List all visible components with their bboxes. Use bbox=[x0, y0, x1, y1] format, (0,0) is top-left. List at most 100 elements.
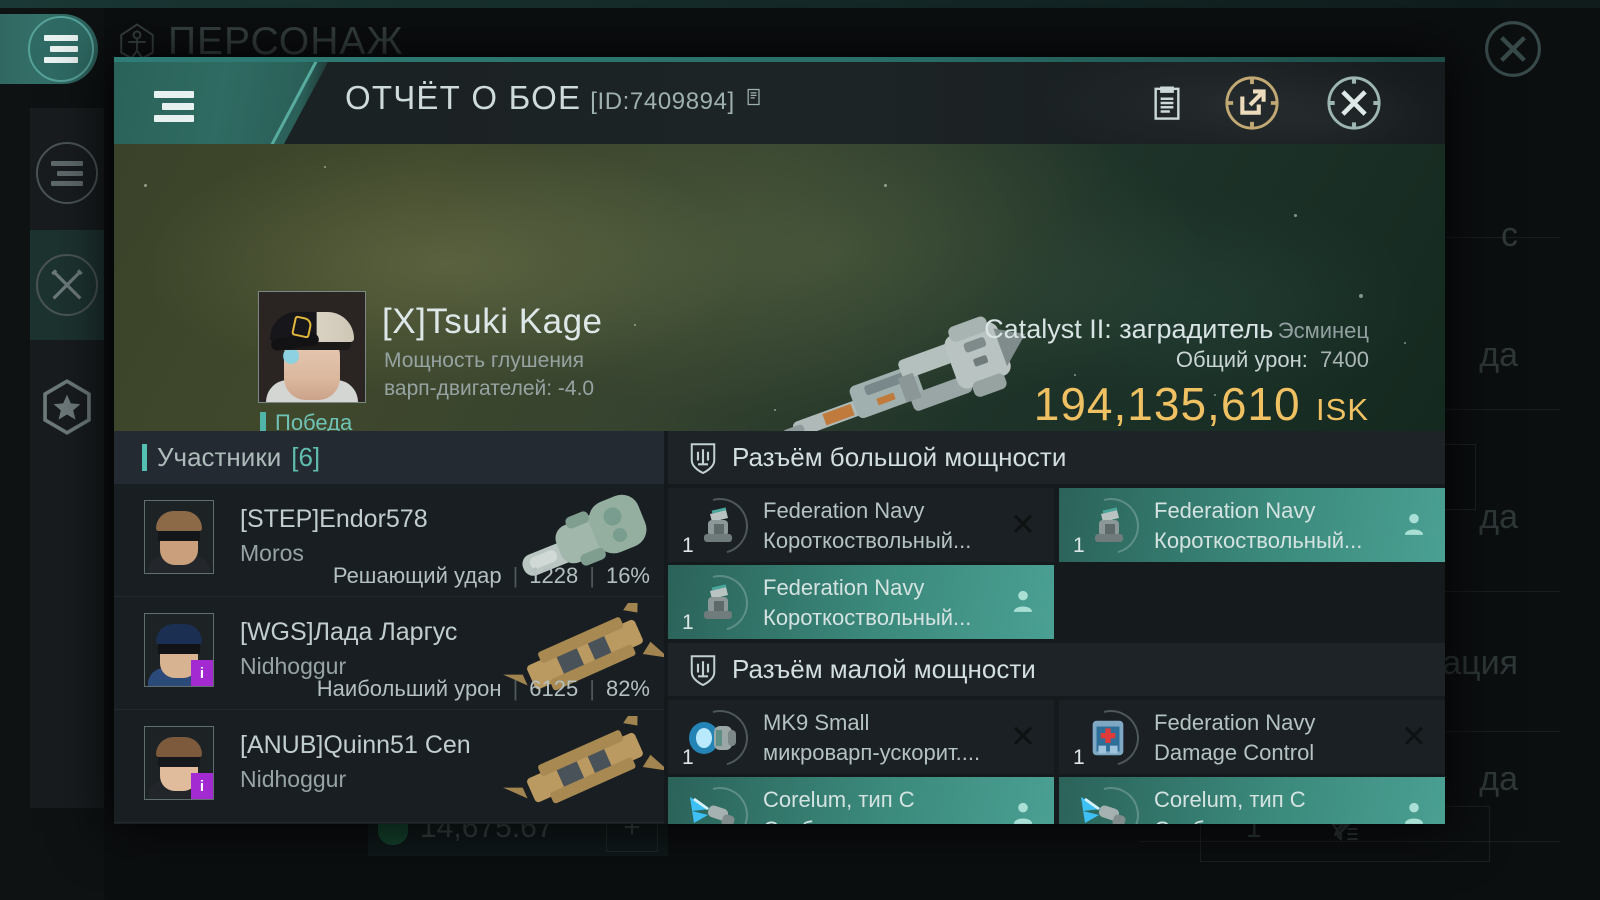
module-item[interactable]: 1 Federation Navy Damage Control ✕ bbox=[1059, 700, 1445, 774]
module-item[interactable]: 1 Corelum, тип C Стабилизатор... bbox=[668, 777, 1054, 824]
bg-cell-1: да bbox=[1479, 336, 1518, 374]
pilot-subtitle: Мощность глушения варп-двигателей: -4.0 bbox=[384, 347, 714, 403]
module-line2: Стабилизатор... bbox=[1154, 817, 1316, 824]
module-line1: Federation Navy bbox=[763, 498, 925, 523]
share-button[interactable] bbox=[1223, 74, 1281, 132]
pilot-subtitle-line2: варп-двигателей: -4.0 bbox=[384, 377, 595, 400]
participant-percent: 82% bbox=[605, 676, 650, 701]
remove-icon[interactable]: ✕ bbox=[1010, 509, 1040, 540]
module-quantity: 1 bbox=[682, 746, 694, 769]
module-quantity: 1 bbox=[1073, 534, 1085, 557]
module-item[interactable]: 1 Federation Navy Короткоствольный... ✕ bbox=[668, 488, 1054, 562]
participant-stat-label: Наибольший урон bbox=[316, 676, 502, 701]
module-item[interactable]: 1 Federation Navy Короткоствольный... bbox=[1059, 488, 1445, 562]
remove-icon[interactable]: ✕ bbox=[1010, 721, 1040, 752]
background-menu-button[interactable] bbox=[28, 16, 94, 82]
pilot-subtitle-line1: Мощность глушения bbox=[384, 349, 585, 372]
pilot-name: [X]Tsuki Kage bbox=[382, 302, 603, 341]
module-item[interactable]: 1 Federation Navy Короткоствольный... bbox=[668, 565, 1054, 639]
close-button[interactable] bbox=[1325, 74, 1383, 132]
total-damage-label: Общий урон: bbox=[1175, 347, 1308, 372]
rail-list-item[interactable] bbox=[30, 118, 104, 228]
isk-currency: ISK bbox=[1316, 392, 1369, 427]
participants-accent-bar bbox=[142, 444, 147, 471]
shield-slot-icon bbox=[688, 652, 718, 688]
result-tag-bar bbox=[260, 412, 266, 431]
report-button[interactable] bbox=[1138, 74, 1196, 132]
module-line2: Стабилизатор... bbox=[763, 817, 925, 824]
participant-percent: 16% bbox=[605, 563, 650, 588]
module-line1: Federation Navy bbox=[1154, 710, 1316, 735]
result-tag-text: Победа bbox=[275, 410, 353, 431]
module-item[interactable]: 1 MK9 Small микроварп-ускорит.... ✕ bbox=[668, 700, 1054, 774]
result-tag: Победа bbox=[260, 410, 352, 431]
report-body: Участники [6] [STEP]Endor578 Moros Решаю… bbox=[114, 431, 1445, 824]
stabilizer-icon bbox=[681, 777, 759, 824]
person-icon[interactable] bbox=[1010, 799, 1040, 824]
ship-info: Catalyst II: заградитель Эсминец bbox=[984, 314, 1369, 345]
module-quantity: 1 bbox=[1073, 823, 1085, 824]
rail-combat-item[interactable] bbox=[30, 230, 104, 340]
isk-amount: 194,135,610 bbox=[1033, 378, 1301, 430]
ship-name: Catalyst II: заградитель bbox=[984, 314, 1274, 344]
participants-count: [6] bbox=[291, 442, 321, 472]
participant-badge: i bbox=[191, 660, 213, 686]
rail-reputation-item[interactable] bbox=[30, 352, 104, 462]
person-icon[interactable] bbox=[1401, 510, 1431, 540]
combat-report-modal: ОТЧЁТ О БОЕ [ID:7409894] [X]Tsuki Kage М… bbox=[114, 57, 1445, 824]
person-icon[interactable] bbox=[1010, 587, 1040, 617]
participant-stats: Наибольший урон | 6125 | 82% bbox=[316, 676, 650, 701]
module-quantity: 1 bbox=[682, 823, 694, 824]
module-quantity: 1 bbox=[1073, 746, 1085, 769]
participant-ship-icon bbox=[499, 716, 664, 816]
participant-name: [ANUB]Quinn51 Cen bbox=[240, 731, 471, 759]
low-power-slot-header: Разъём малой мощности bbox=[668, 643, 1445, 696]
participants-title: Участники bbox=[157, 442, 282, 472]
shield-slot-icon bbox=[688, 440, 718, 476]
module-quantity: 1 bbox=[682, 534, 694, 557]
high-power-slot-header: Разъём большой мощности bbox=[668, 431, 1445, 484]
clipboard-icon bbox=[1154, 86, 1180, 120]
module-line1: Federation Navy bbox=[1154, 498, 1316, 523]
module-line1: MK9 Small bbox=[763, 710, 870, 735]
module-line2: микроварп-ускорит.... bbox=[763, 740, 981, 765]
page-title: ОТЧЁТ О БОЕ bbox=[345, 79, 582, 116]
module-line2: Damage Control bbox=[1154, 740, 1315, 765]
module-line1: Federation Navy bbox=[763, 575, 925, 600]
participants-panel: Участники [6] [STEP]Endor578 Moros Решаю… bbox=[114, 431, 664, 824]
participant-ship: Nidhoggur bbox=[240, 766, 347, 792]
avatar bbox=[258, 291, 366, 403]
participant-stats: Решающий удар | 1228 | 16% bbox=[332, 563, 650, 588]
close-icon bbox=[1327, 76, 1381, 130]
background-close-button[interactable] bbox=[1482, 18, 1544, 80]
remove-icon[interactable]: ✕ bbox=[1401, 721, 1431, 752]
ship-class: Эсминец bbox=[1277, 318, 1369, 343]
avatar: i bbox=[144, 613, 214, 687]
avatar bbox=[144, 500, 214, 574]
module-line1: Corelum, тип C bbox=[1154, 787, 1306, 812]
modal-header: ОТЧЁТ О БОЕ [ID:7409894] bbox=[114, 62, 1445, 144]
table-row[interactable]: i [ANUB]Quinn51 Cen Nidhoggur bbox=[114, 710, 664, 823]
person-icon[interactable] bbox=[1401, 799, 1431, 824]
total-damage: Общий урон: 7400 bbox=[1176, 347, 1369, 373]
avatar: i bbox=[144, 726, 214, 800]
stabilizer-icon bbox=[1072, 777, 1150, 824]
participant-name: [STEP]Endor578 bbox=[240, 505, 428, 533]
high-power-slot-title: Разъём большой мощности bbox=[732, 442, 1067, 472]
module-line2: Короткоствольный... bbox=[763, 605, 972, 630]
participants-header: Участники [6] bbox=[114, 431, 664, 484]
bg-cell-4: да bbox=[1479, 760, 1518, 798]
bg-cell-2: да bbox=[1479, 498, 1518, 536]
star-hexagon-icon bbox=[36, 376, 98, 438]
isk-value: 194,135,610 ISK bbox=[1034, 377, 1369, 431]
module-item[interactable]: 1 Corelum, тип C Стабилизатор... bbox=[1059, 777, 1445, 824]
crossed-swords-icon bbox=[36, 254, 98, 316]
module-line1: Corelum, тип C bbox=[763, 787, 915, 812]
low-power-slot-title: Разъём малой мощности bbox=[732, 654, 1036, 684]
table-row[interactable]: i [WGS]Лада Ларгус Nidhoggur Наибольший … bbox=[114, 597, 664, 710]
copy-icon[interactable] bbox=[744, 85, 764, 109]
participant-badge: i bbox=[191, 773, 213, 799]
participant-stat-label: Решающий удар bbox=[332, 563, 502, 588]
module-line2: Короткоствольный... bbox=[1154, 528, 1363, 553]
table-row[interactable]: [STEP]Endor578 Moros Решающий удар | 122… bbox=[114, 484, 664, 597]
